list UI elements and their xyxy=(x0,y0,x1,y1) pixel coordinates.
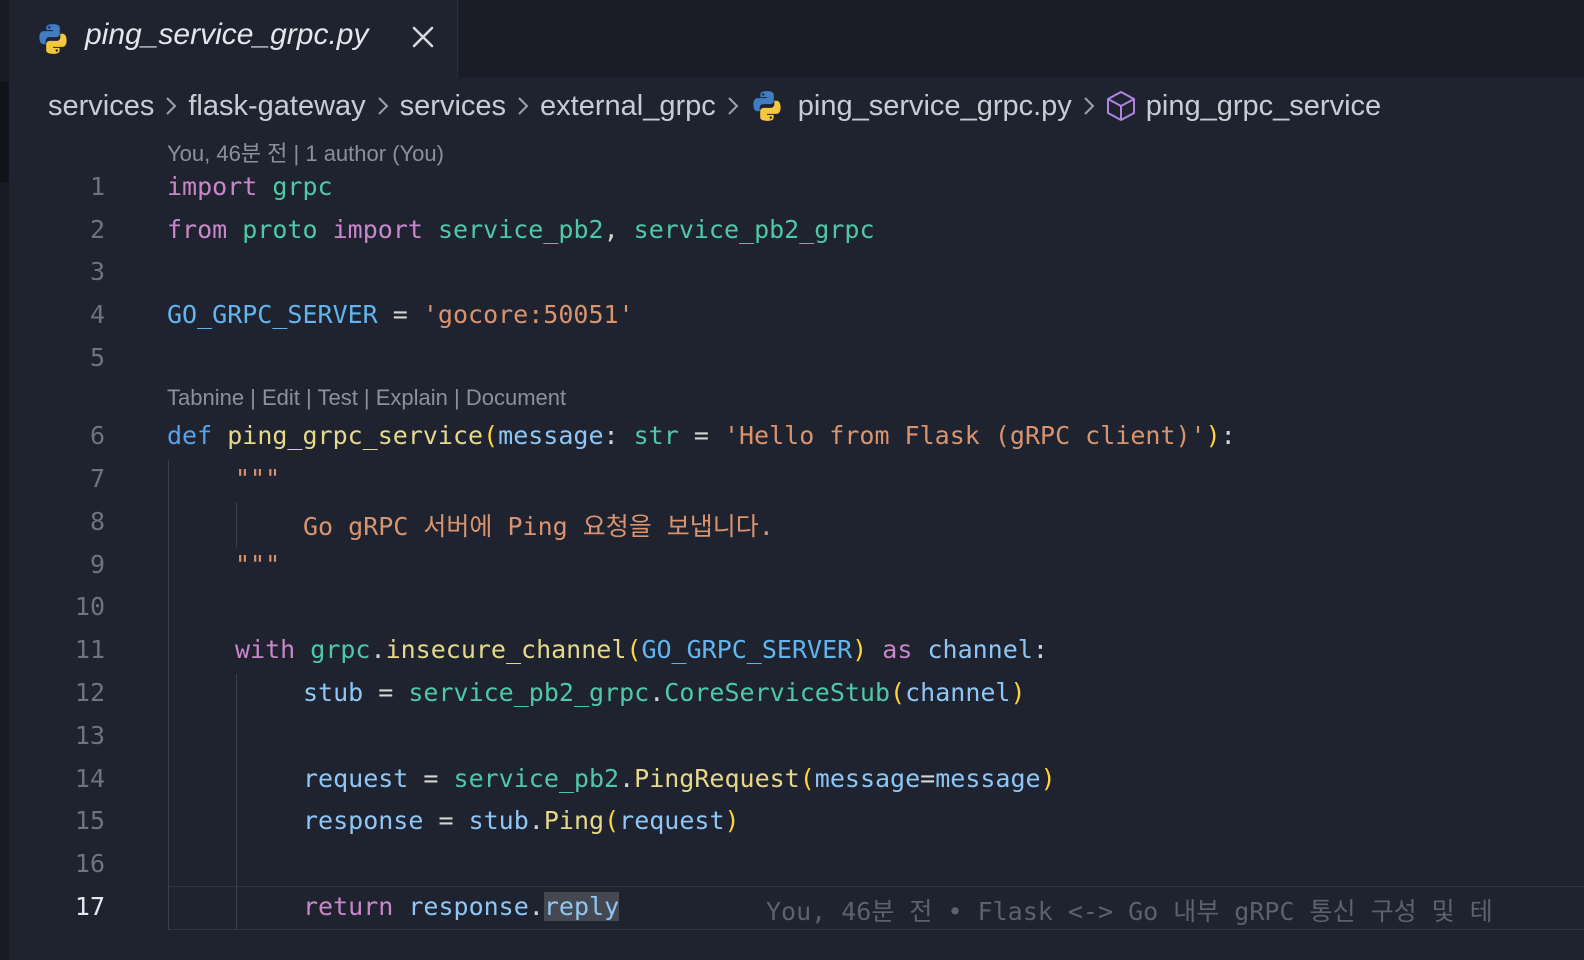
activity-strip xyxy=(0,0,9,960)
line-number: 5 xyxy=(89,343,105,372)
chevron-right-icon xyxy=(164,95,178,117)
indent-guide xyxy=(168,460,169,930)
tab-title: ping_service_grpc.py xyxy=(85,18,369,51)
code-line-1: import grpc xyxy=(167,172,333,201)
breadcrumb-item[interactable]: services xyxy=(48,90,154,123)
indent-guide xyxy=(236,674,237,930)
line-number: 15 xyxy=(74,806,105,835)
line-number: 6 xyxy=(89,421,105,450)
code-line-12: stub = service_pb2_grpc.CoreServiceStub(… xyxy=(303,678,1026,707)
line-number: 13 xyxy=(74,721,105,750)
line-number: 8 xyxy=(89,507,105,536)
editor-tab[interactable]: ping_service_grpc.py xyxy=(9,0,458,78)
inline-blame: You, 46분 전 • Flask <-> Go 내부 gRPC 통신 구성 … xyxy=(766,897,1493,926)
code-line-15: response = stub.Ping(request) xyxy=(303,806,740,835)
cube-icon xyxy=(1106,90,1136,122)
line-number: 7 xyxy=(89,464,105,493)
code-line-17: return response.reply xyxy=(303,892,620,921)
line-number: 10 xyxy=(74,592,105,621)
code-line-4: GO_GRPC_SERVER = 'gocore:50051' xyxy=(167,300,634,329)
python-icon xyxy=(750,89,784,123)
code-line-6: def ping_grpc_service(message: str = 'He… xyxy=(167,421,1236,450)
codelens-actions[interactable]: Tabnine | Edit | Test | Explain | Docume… xyxy=(167,385,566,411)
tab-bar: ping_service_grpc.py xyxy=(9,0,1584,78)
line-number: 12 xyxy=(74,678,105,707)
breadcrumb-item[interactable]: services xyxy=(400,90,506,123)
close-icon[interactable] xyxy=(410,24,436,55)
sash xyxy=(0,82,9,182)
chevron-right-icon xyxy=(726,95,740,117)
breadcrumb: services flask-gateway services external… xyxy=(48,84,1584,128)
chevron-right-icon xyxy=(1082,95,1096,117)
codelens-blame[interactable]: You, 46분 전 | 1 author (You) xyxy=(167,136,444,168)
python-icon xyxy=(36,22,70,61)
line-number: 3 xyxy=(89,257,105,286)
code-line-7: """ xyxy=(235,464,281,493)
code-line-14: request = service_pb2.PingRequest(messag… xyxy=(303,764,1056,793)
line-number: 4 xyxy=(89,300,105,329)
selected-word: reply xyxy=(543,892,620,921)
line-number: 9 xyxy=(89,550,105,579)
code-line-8: Go gRPC 서버에 Ping 요청을 보냅니다. xyxy=(303,512,774,541)
chevron-right-icon xyxy=(376,95,390,117)
breadcrumb-item[interactable]: flask-gateway xyxy=(188,90,365,123)
code-line-11: with grpc.insecure_channel(GO_GRPC_SERVE… xyxy=(235,635,1048,664)
breadcrumb-item[interactable]: external_grpc xyxy=(540,90,716,123)
breadcrumb-item[interactable]: ping_service_grpc.py xyxy=(798,90,1072,123)
line-number: 14 xyxy=(74,764,105,793)
line-number: 11 xyxy=(74,635,105,664)
line-number: 16 xyxy=(74,849,105,878)
line-number-active: 17 xyxy=(74,892,105,921)
code-line-9: """ xyxy=(235,550,281,579)
code-line-2: from proto import service_pb2, service_p… xyxy=(167,215,875,244)
line-number: 2 xyxy=(89,215,105,244)
chevron-right-icon xyxy=(516,95,530,117)
line-number: 1 xyxy=(89,172,105,201)
indent-guide xyxy=(236,502,237,548)
breadcrumb-item[interactable]: ping_grpc_service xyxy=(1146,90,1381,123)
